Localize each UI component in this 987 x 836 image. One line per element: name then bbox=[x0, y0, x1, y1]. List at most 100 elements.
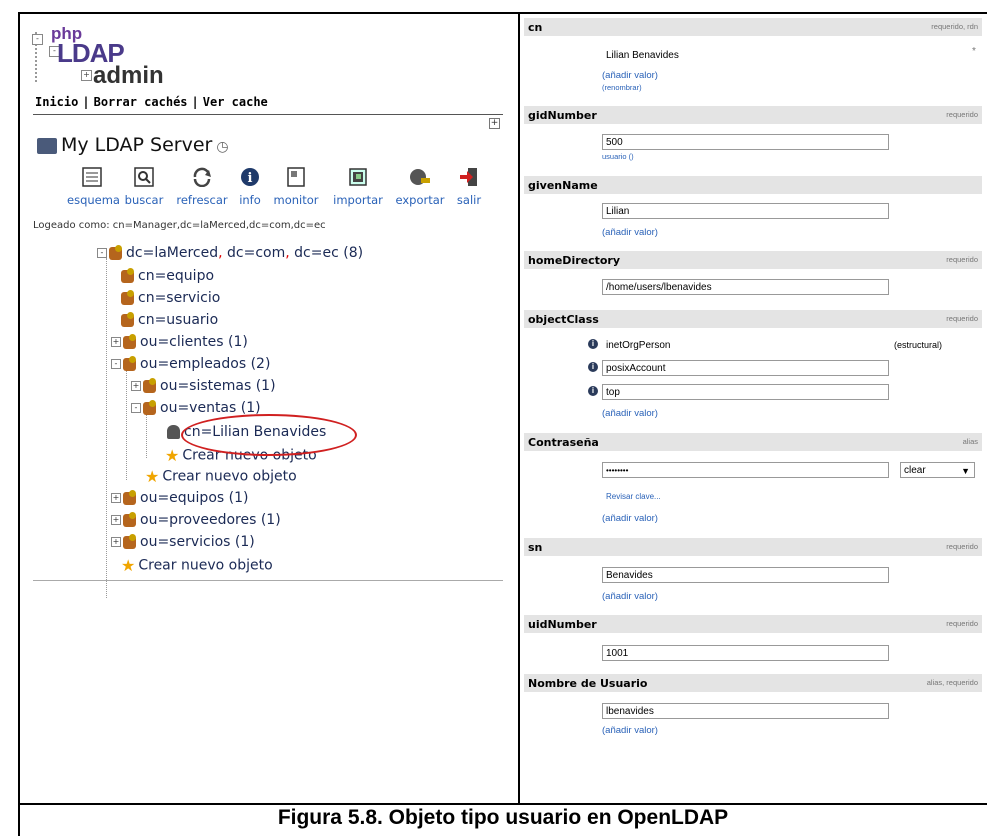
info-icon[interactable]: i bbox=[588, 386, 598, 396]
add-value-link[interactable]: (añadir valor) bbox=[602, 70, 658, 81]
folder-icon bbox=[143, 399, 156, 415]
expand-icon[interactable]: + bbox=[111, 337, 121, 347]
expand-icon[interactable]: + bbox=[111, 515, 121, 525]
objectclass-input-3[interactable]: top bbox=[602, 384, 889, 400]
schema-icon bbox=[81, 166, 103, 188]
tree-item-ventas[interactable]: - ou=ventas (1) bbox=[131, 399, 261, 416]
givenname-input[interactable]: Lilian bbox=[602, 203, 889, 219]
tree-item-proveedores[interactable]: + ou=proveedores (1) bbox=[111, 511, 281, 528]
structural-label: (estructural) bbox=[894, 340, 943, 350]
star-icon: ★ bbox=[145, 467, 160, 486]
attr-header-username: Nombre de Usuario alias, requerido bbox=[524, 674, 982, 692]
entry-icon bbox=[121, 267, 134, 283]
folder-icon bbox=[143, 377, 156, 393]
folder-icon bbox=[123, 333, 136, 349]
attr-header-objectclass: objectClass requerido bbox=[524, 310, 982, 328]
search-button[interactable]: buscar bbox=[119, 166, 169, 207]
objectclass-input-2[interactable]: posixAccount bbox=[602, 360, 889, 376]
server-toolbar: esquema buscar refrescar i info monitor … bbox=[67, 166, 507, 214]
schema-button[interactable]: esquema bbox=[67, 166, 120, 207]
export-button[interactable]: exportar bbox=[389, 166, 451, 207]
check-password-link[interactable]: Revisar clave... bbox=[606, 492, 661, 501]
server-icon bbox=[37, 137, 57, 154]
attr-header-cn: cn requerido, rdn bbox=[524, 18, 982, 36]
top-links: Inicio | Borrar cachés | Ver cache bbox=[35, 95, 268, 109]
rdn-star: * bbox=[972, 46, 976, 57]
folder-icon bbox=[123, 511, 136, 527]
logout-icon bbox=[458, 166, 480, 188]
refresh-button[interactable]: refrescar bbox=[171, 166, 233, 207]
refresh-icon bbox=[191, 166, 213, 188]
tree-item-equipos[interactable]: + ou=equipos (1) bbox=[111, 489, 248, 506]
create-object-link[interactable]: ★ Crear nuevo objeto bbox=[145, 467, 297, 486]
tree-item-clientes[interactable]: + ou=clientes (1) bbox=[111, 333, 248, 350]
username-input[interactable]: lbenavides bbox=[602, 703, 889, 719]
expand-icon[interactable]: + bbox=[131, 381, 141, 391]
attr-header-sn: sn requerido bbox=[524, 538, 982, 556]
clock-icon: ◷ bbox=[216, 139, 229, 155]
hash-select[interactable]: clear ▼ bbox=[900, 462, 975, 478]
tree-item-sistemas[interactable]: + ou=sistemas (1) bbox=[131, 377, 276, 394]
info-icon: i bbox=[239, 166, 261, 188]
entry-icon bbox=[121, 311, 134, 327]
star-icon: ★ bbox=[121, 556, 136, 575]
info-icon[interactable]: i bbox=[588, 339, 598, 349]
chevron-down-icon: ▼ bbox=[961, 466, 970, 476]
password-input[interactable]: •••••••• bbox=[602, 462, 889, 478]
attr-header-homedirectory: homeDirectory requerido bbox=[524, 251, 982, 269]
home-link[interactable]: Inicio bbox=[35, 95, 78, 109]
export-icon bbox=[409, 166, 431, 188]
folder-icon bbox=[123, 533, 136, 549]
collapse-icon[interactable]: - bbox=[97, 248, 107, 258]
gidnumber-input[interactable]: 500 bbox=[602, 134, 889, 150]
tree-item-equipo[interactable]: cn=equipo bbox=[121, 267, 214, 284]
add-value-link[interactable]: (añadir valor) bbox=[602, 591, 658, 602]
left-panel: - - + php LDAP admin Inicio | Borrar caché… bbox=[32, 22, 503, 598]
info-icon[interactable]: i bbox=[588, 362, 598, 372]
collapse-icon[interactable]: - bbox=[111, 359, 121, 369]
create-object-link[interactable]: ★ Crear nuevo objeto bbox=[121, 556, 273, 575]
expand-icon[interactable]: + bbox=[489, 118, 500, 129]
tree-item-servicios[interactable]: + ou=servicios (1) bbox=[111, 533, 255, 550]
rename-link[interactable]: (renombrar) bbox=[602, 83, 642, 92]
add-value-link[interactable]: (añadir valor) bbox=[602, 408, 658, 419]
show-cache-link[interactable]: Ver cache bbox=[203, 95, 268, 109]
tree-item-empleados[interactable]: - ou=empleados (2) bbox=[111, 355, 270, 372]
attr-header-gidnumber: gidNumber requerido bbox=[524, 106, 982, 124]
tree-item-servicio[interactable]: cn=servicio bbox=[121, 289, 220, 306]
add-value-link[interactable]: (añadir valor) bbox=[602, 227, 658, 238]
homedirectory-input[interactable]: /home/users/lbenavides bbox=[602, 279, 889, 295]
monitor-icon bbox=[285, 166, 307, 188]
monitor-button[interactable]: monitor bbox=[267, 166, 325, 207]
attr-header-uidnumber: uidNumber requerido bbox=[524, 615, 982, 633]
add-value-link[interactable]: (añadir valor) bbox=[602, 513, 658, 524]
import-button[interactable]: importar bbox=[327, 166, 389, 207]
server-title[interactable]: My LDAP Server ◷ bbox=[37, 134, 229, 156]
objectclass-value-1: inetOrgPerson bbox=[606, 340, 671, 351]
expand-icon[interactable]: + bbox=[111, 537, 121, 547]
expand-icon[interactable]: + bbox=[111, 493, 121, 503]
phpldapadmin-logo: - - + php LDAP admin bbox=[32, 24, 175, 89]
sn-input[interactable]: Benavides bbox=[602, 567, 889, 583]
highlight-ellipse bbox=[181, 414, 357, 456]
logout-button[interactable]: salir bbox=[451, 166, 487, 207]
uidnumber-input[interactable]: 1001 bbox=[602, 645, 889, 661]
gid-user-link[interactable]: usuario () bbox=[602, 152, 634, 161]
add-value-link[interactable]: (añadir valor) bbox=[602, 725, 658, 736]
search-icon bbox=[133, 166, 155, 188]
cn-value[interactable]: Lilian Benavides bbox=[606, 50, 679, 61]
attr-header-givenname: givenName bbox=[524, 176, 982, 194]
collapse-icon[interactable]: - bbox=[131, 403, 141, 413]
purge-cache-link[interactable]: Borrar cachés bbox=[94, 95, 188, 109]
tree-item-usuario[interactable]: cn=usuario bbox=[121, 311, 218, 328]
info-button[interactable]: i info bbox=[233, 166, 267, 207]
caption-divider bbox=[18, 803, 987, 805]
divider bbox=[33, 114, 503, 115]
user-icon bbox=[167, 425, 180, 439]
star-icon: ★ bbox=[165, 446, 180, 465]
tree-root[interactable]: - dc=laMerced, dc=com, dc=ec (8) bbox=[97, 244, 363, 261]
folder-icon bbox=[123, 489, 136, 505]
import-icon bbox=[347, 166, 369, 188]
attr-header-password: Contraseña alias bbox=[524, 433, 982, 451]
divider bbox=[33, 580, 503, 581]
